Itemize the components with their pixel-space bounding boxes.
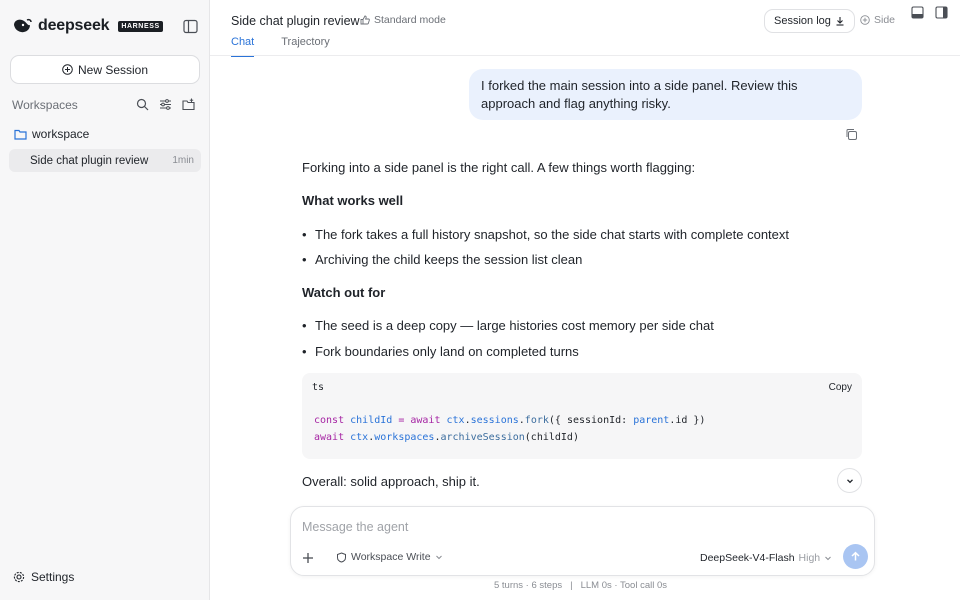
plus-icon[interactable] <box>301 551 315 565</box>
code-object: ctx <box>446 415 465 426</box>
right-panel-icon[interactable] <box>935 6 948 19</box>
composer: Workspace Write DeepSeek-V4-Flash High <box>290 506 875 576</box>
code-object: ctx <box>350 432 369 443</box>
code-text: .id }) <box>669 415 706 426</box>
section-heading: Watch out for <box>302 285 386 300</box>
list-item: Archiving the child keeps the session li… <box>302 252 582 267</box>
download-icon <box>836 17 844 26</box>
scroll-down-button[interactable] <box>837 468 862 493</box>
timing-stat: LLM 0s · Tool call 0s <box>580 580 668 591</box>
search-icon[interactable] <box>136 98 149 111</box>
mode-indicator: Standard mode <box>360 14 446 26</box>
code-line: await ctx.workspaces.archiveSession(chil… <box>314 432 579 443</box>
folder-name: workspace <box>32 127 90 141</box>
session-time: 1min <box>172 155 194 166</box>
session-log-button[interactable]: Session log <box>764 9 855 33</box>
tab-bar: Chat Trajectory <box>231 36 330 57</box>
shield-icon <box>337 551 346 563</box>
code-line: const childId = await ctx.sessions.fork(… <box>314 415 706 426</box>
footer-stats: 5 turns · 6 steps | LLM 0s · Tool call 0… <box>494 580 667 591</box>
folder-icon <box>14 129 27 140</box>
side-chat-button[interactable]: Side <box>860 14 895 26</box>
workspace-folder[interactable]: workspace <box>14 127 89 141</box>
session-title: Side chat plugin review <box>30 154 149 167</box>
section-heading: What works well <box>302 193 404 208</box>
chevron-down-icon <box>825 556 832 561</box>
code-text: ({ sessionId: <box>548 415 634 426</box>
turns-stat: 5 turns · 6 steps <box>494 580 563 591</box>
user-message: I forked the main session into a side pa… <box>469 69 862 120</box>
deepseek-whale-icon <box>14 18 32 33</box>
code-keyword: const <box>314 415 345 426</box>
code-keyword: await <box>314 432 345 443</box>
header-divider <box>210 55 960 56</box>
model-level: High <box>798 552 821 564</box>
settings-label: Settings <box>31 570 75 584</box>
plus-circle-icon <box>860 15 870 25</box>
stat-separator: | <box>570 580 573 591</box>
list-item: Fork boundaries only land on completed t… <box>302 344 579 359</box>
code-text: (childId) <box>524 432 579 443</box>
list-item: The seed is a deep copy — large historie… <box>302 318 714 333</box>
list-item: The fork takes a full history snapshot, … <box>302 227 789 242</box>
workspace-tools <box>136 98 195 111</box>
sidebar-toggle-icon[interactable] <box>183 19 198 34</box>
plus-circle-icon <box>62 64 73 75</box>
tab-trajectory[interactable]: Trajectory <box>281 36 330 57</box>
session-log-label: Session log <box>774 15 831 27</box>
list-item-text: Fork boundaries only land on completed t… <box>315 344 579 359</box>
new-folder-icon[interactable] <box>182 98 195 111</box>
mode-label: Standard mode <box>374 14 446 26</box>
chevron-down-icon <box>435 555 442 560</box>
sidebar: deepseek HARNESS New Session Workspaces … <box>0 0 210 600</box>
code-function: fork <box>524 415 549 426</box>
brand-name: deepseek <box>38 17 110 34</box>
code-keyword: await <box>410 415 441 426</box>
list-item-text: The fork takes a full history snapshot, … <box>315 227 790 242</box>
workspaces-label: Workspaces <box>12 98 78 112</box>
code-function: archiveSession <box>440 432 525 443</box>
model-select[interactable]: DeepSeek-V4-Flash High <box>700 552 832 564</box>
message-input[interactable] <box>302 517 842 537</box>
list-item-text: The seed is a deep copy — large historie… <box>315 318 714 333</box>
chevron-down-icon <box>846 478 853 483</box>
page-title: Side chat plugin review <box>231 14 360 28</box>
list-item-text: Archiving the child keeps the session li… <box>315 252 583 267</box>
code-property: workspaces <box>374 432 435 443</box>
copy-icon[interactable] <box>845 128 858 141</box>
side-label: Side <box>874 14 896 26</box>
filter-sliders-icon[interactable] <box>159 98 172 111</box>
code-operator: = <box>392 415 411 426</box>
code-language: ts <box>312 382 325 393</box>
thumbs-icon <box>360 15 370 25</box>
assistant-outro: Overall: solid approach, ship it. <box>302 474 480 489</box>
new-session-button[interactable]: New Session <box>10 55 200 84</box>
tab-chat[interactable]: Chat <box>231 36 255 57</box>
sidebar-item-session[interactable]: Side chat plugin review 1min <box>9 149 201 172</box>
new-session-label: New Session <box>77 62 149 77</box>
permission-label: Workspace Write <box>351 551 431 563</box>
code-property: sessions <box>470 415 519 426</box>
settings-button[interactable]: Settings <box>13 570 74 584</box>
code-variable: childId <box>350 415 393 426</box>
code-copy-button[interactable]: Copy <box>829 382 852 393</box>
brand: deepseek HARNESS <box>12 17 163 35</box>
assistant-intro: Forking into a side panel is the right c… <box>302 160 696 175</box>
arrow-up-icon <box>851 551 860 561</box>
model-name: DeepSeek-V4-Flash <box>700 552 795 564</box>
permission-select[interactable]: Workspace Write <box>336 551 443 563</box>
gear-icon <box>13 571 25 583</box>
send-button[interactable] <box>843 544 868 569</box>
code-block: ts Copy const childId = await ctx.sessio… <box>302 373 862 459</box>
code-variable: parent <box>633 415 670 426</box>
brand-badge: HARNESS <box>118 20 163 32</box>
bottom-panel-icon[interactable] <box>911 6 924 19</box>
